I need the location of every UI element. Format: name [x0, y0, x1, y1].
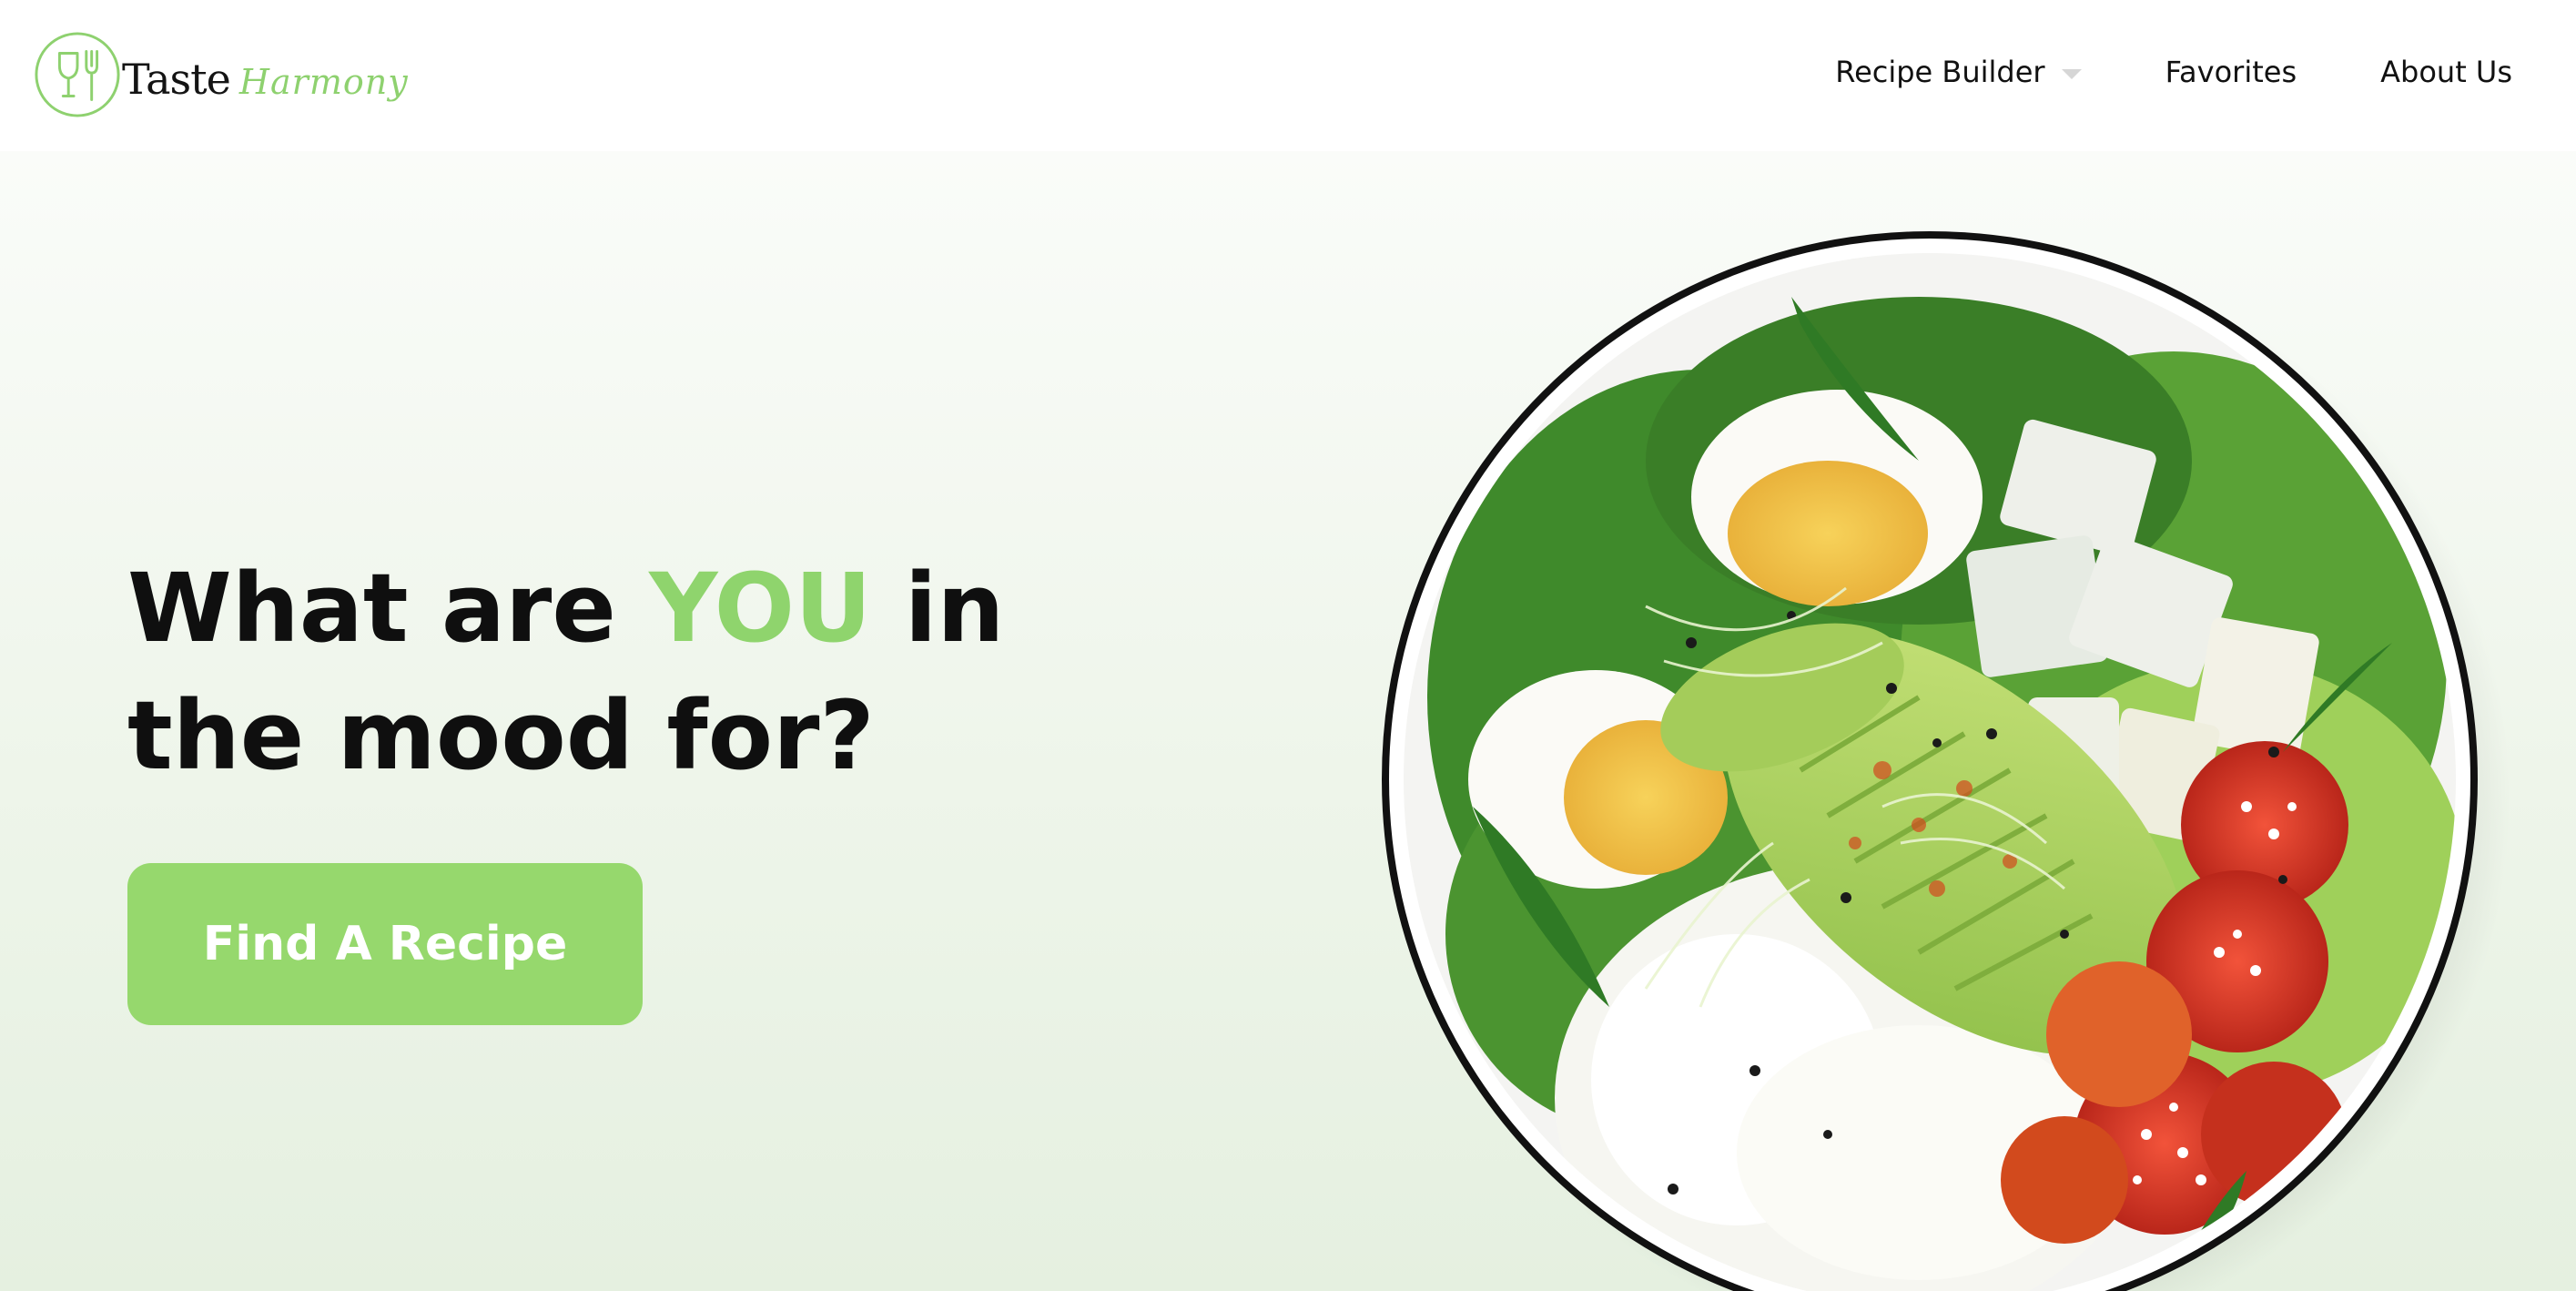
- wine-glass-fork-icon: [35, 32, 120, 117]
- chevron-down-icon[interactable]: [2061, 68, 2082, 79]
- nav-recipe-builder-label: Recipe Builder: [1835, 55, 2045, 89]
- salad-bowl-image: [1373, 188, 2520, 1291]
- hero-title-part1: What are: [127, 553, 650, 664]
- salad-bowl-icon: [1382, 231, 2510, 1291]
- brand-logo[interactable]: Taste Harmony: [33, 27, 409, 122]
- find-recipe-button[interactable]: Find A Recipe: [127, 863, 643, 1025]
- hero-title-accent: YOU: [649, 553, 872, 664]
- nav-about-us-label: About Us: [2380, 55, 2512, 89]
- brand-word-harmony: Harmony: [238, 62, 409, 102]
- brand-word-taste: Taste: [122, 55, 231, 104]
- hero-title: What are YOU in the mood for?: [127, 544, 1129, 799]
- nav-favorites[interactable]: Favorites: [2165, 55, 2297, 89]
- site-header: Taste Harmony Recipe Builder Favorites A…: [0, 0, 2576, 151]
- brand-wordmark: Taste Harmony: [122, 55, 409, 104]
- home-page: Taste Harmony Recipe Builder Favorites A…: [0, 0, 2576, 1291]
- nav-favorites-label: Favorites: [2165, 55, 2297, 89]
- nav-recipe-builder[interactable]: Recipe Builder: [1835, 55, 2082, 89]
- hero-section: What are YOU in the mood for? Find A Rec…: [0, 151, 2576, 1291]
- main-nav: Recipe Builder Favorites About Us: [1835, 55, 2512, 89]
- nav-about-us[interactable]: About Us: [2380, 55, 2512, 89]
